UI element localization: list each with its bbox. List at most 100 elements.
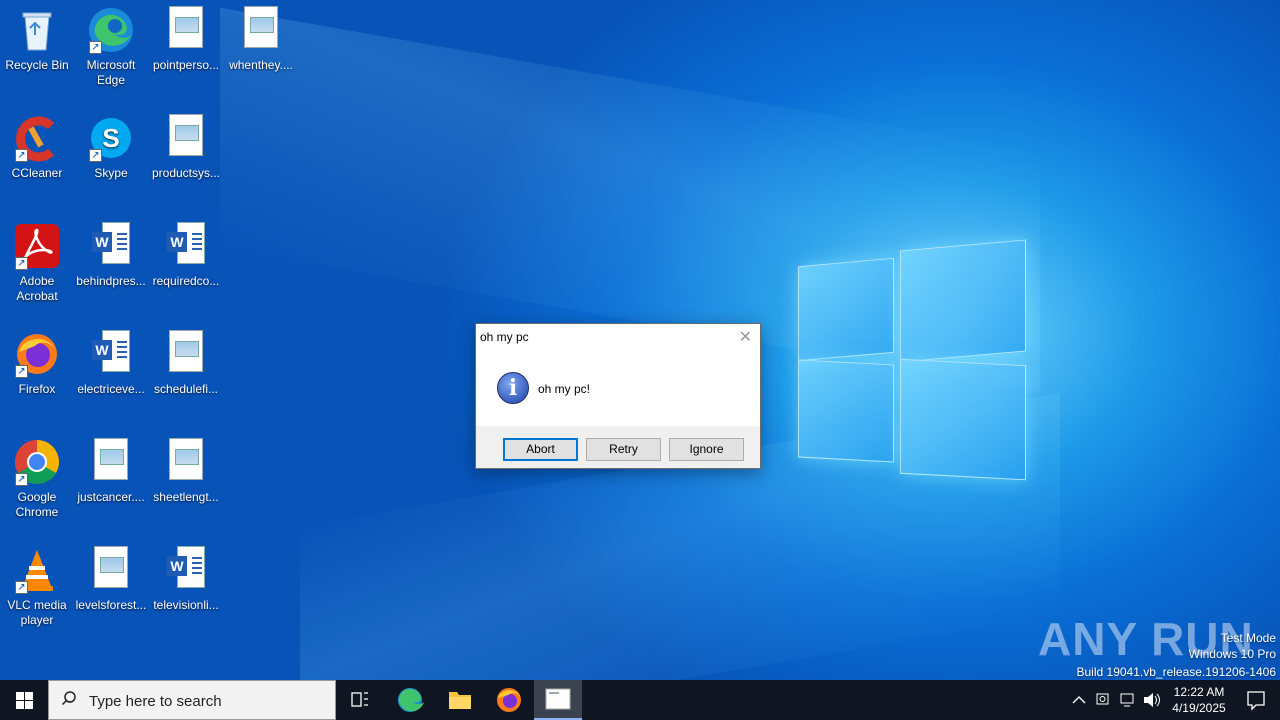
clock-date: 4/19/2025 xyxy=(1172,701,1226,715)
image-file-icon xyxy=(169,438,203,480)
search-placeholder: Type here to search xyxy=(89,693,222,710)
desktop-icon-adobe-acrobat[interactable]: ↗ Adobe Acrobat xyxy=(0,216,74,304)
chevron-up-icon xyxy=(1072,696,1086,704)
desktop-icon-recycle-bin[interactable]: Recycle Bin xyxy=(0,0,74,73)
desktop-icon-word-document[interactable]: W behindpres... xyxy=(74,216,148,289)
shortcut-arrow-icon: ↗ xyxy=(15,473,28,486)
search-icon xyxy=(61,691,76,706)
ignore-button[interactable]: Ignore xyxy=(669,438,744,461)
taskbar: Type here to search 12:22 AM 4/19/2025 xyxy=(0,680,1280,720)
desktop-icon-label: Firefox xyxy=(18,382,56,396)
svg-text:S: S xyxy=(102,123,119,153)
firefox-icon: ↗ xyxy=(13,330,61,378)
dialog-button-bar: Abort Retry Ignore xyxy=(476,426,760,468)
taskbar-edge-button[interactable] xyxy=(386,680,434,720)
tray-app-icon xyxy=(1096,693,1109,705)
edge-icon: ↗ xyxy=(87,6,135,54)
desktop-icon-skype[interactable]: S ↗ Skype xyxy=(74,108,148,181)
dialog-message: oh my pc! xyxy=(538,382,591,396)
desktop-icon-word-document[interactable]: W electriceve... xyxy=(74,324,148,397)
desktop-icon-file[interactable]: justcancer.... xyxy=(74,432,148,505)
info-icon: i xyxy=(497,372,529,404)
active-window-icon xyxy=(545,688,571,710)
clock-time: 12:22 AM xyxy=(1173,685,1225,699)
notification-icon xyxy=(1247,691,1265,711)
desktop-icon-label: whenthey.... xyxy=(229,58,293,72)
recycle-bin-icon xyxy=(13,6,61,54)
ccleaner-icon: ↗ xyxy=(13,114,61,162)
word-document-icon: W xyxy=(167,222,205,266)
build-label: Build 19041.vb_release.191206-1406 xyxy=(1076,665,1277,679)
edge-icon xyxy=(398,688,424,712)
task-view-icon xyxy=(351,692,368,707)
image-file-icon xyxy=(94,546,128,588)
desktop-icon-label: schedulefi... xyxy=(153,382,219,396)
taskbar-firefox-button[interactable] xyxy=(485,680,533,720)
desktop-icon-file[interactable]: levelsforest... xyxy=(74,540,148,613)
desktop-icon-file[interactable]: productsys... xyxy=(149,108,223,181)
desktop-icon-label: pointperso... xyxy=(152,58,220,72)
desktop-icon-label: Google Chrome xyxy=(15,490,59,519)
shortcut-arrow-icon: ↗ xyxy=(89,149,102,162)
desktop-icon-file[interactable]: whenthey.... xyxy=(224,0,298,73)
desktop-icon-ccleaner[interactable]: ↗ CCleaner xyxy=(0,108,74,181)
desktop-icon-label: Adobe Acrobat xyxy=(16,274,58,303)
desktop-icon-label: requiredco... xyxy=(152,274,220,288)
acrobat-icon: ↗ xyxy=(13,222,61,270)
close-icon[interactable]: ✕ xyxy=(739,327,752,347)
start-button[interactable] xyxy=(0,680,48,720)
retry-button[interactable]: Retry xyxy=(586,438,661,461)
shortcut-arrow-icon: ↗ xyxy=(15,257,28,270)
desktop-icon-word-document[interactable]: W televisionli... xyxy=(149,540,223,613)
desktop-icon-firefox[interactable]: ↗ Firefox xyxy=(0,324,74,397)
taskbar-file-explorer-button[interactable] xyxy=(436,680,484,720)
desktop-icon-microsoft-edge[interactable]: ↗ Microsoft Edge xyxy=(74,0,148,88)
shortcut-arrow-icon: ↗ xyxy=(15,365,28,378)
message-box-dialog: oh my pc ✕ i oh my pc! Abort Retry Ignor… xyxy=(475,323,761,469)
task-view-button[interactable] xyxy=(336,680,384,720)
abort-button[interactable]: Abort xyxy=(503,438,578,461)
shortcut-arrow-icon: ↗ xyxy=(15,149,28,162)
firefox-icon xyxy=(497,688,521,712)
taskbar-clock[interactable]: 12:22 AM 4/19/2025 xyxy=(1166,684,1232,716)
desktop-icon-label: levelsforest... xyxy=(75,598,147,612)
desktop-icon-file[interactable]: schedulefi... xyxy=(149,324,223,397)
test-mode-label: Test Mode xyxy=(1220,631,1276,645)
windows-logo-icon xyxy=(16,692,24,700)
image-file-icon xyxy=(244,6,278,48)
desktop-icon-file[interactable]: pointperso... xyxy=(149,0,223,73)
word-document-icon: W xyxy=(92,330,130,374)
image-file-icon xyxy=(169,330,203,372)
desktop-icon-label: productsys... xyxy=(151,166,221,180)
tray-app-button[interactable] xyxy=(1092,680,1114,720)
desktop-icon-vlc[interactable]: ↗ VLC media player xyxy=(0,540,74,628)
action-center-button[interactable] xyxy=(1232,680,1280,720)
image-file-icon xyxy=(169,6,203,48)
shortcut-arrow-icon: ↗ xyxy=(15,581,28,594)
show-hidden-icons-button[interactable] xyxy=(1068,680,1090,720)
desktop-icon-file[interactable]: sheetlengt... xyxy=(149,432,223,505)
desktop-icon-label: behindpres... xyxy=(76,274,146,288)
network-button[interactable] xyxy=(1116,680,1138,720)
desktop-icon-label: Microsoft Edge xyxy=(86,58,136,87)
desktop-icon-label: VLC media player xyxy=(7,598,67,627)
skype-icon: S ↗ xyxy=(87,114,135,162)
vlc-icon: ↗ xyxy=(13,546,61,594)
shortcut-arrow-icon: ↗ xyxy=(89,41,102,54)
desktop-icon-label: justcancer.... xyxy=(77,490,145,504)
volume-button[interactable] xyxy=(1140,680,1162,720)
desktop-icon-label: Skype xyxy=(94,166,128,180)
image-file-icon xyxy=(169,114,203,156)
windows-wallpaper-logo xyxy=(796,239,1028,481)
windows-edition-label: Windows 10 Pro xyxy=(1188,647,1276,661)
word-document-icon: W xyxy=(92,222,130,266)
chrome-icon: ↗ xyxy=(13,438,61,486)
dialog-title: oh my pc xyxy=(480,330,529,344)
desktop-icon-word-document[interactable]: W requiredco... xyxy=(149,216,223,289)
desktop-icon-label: sheetlengt... xyxy=(153,490,219,504)
desktop-icon-label: Recycle Bin xyxy=(5,58,69,72)
desktop-icon-label: electriceve... xyxy=(77,382,145,396)
taskbar-search-box[interactable]: Type here to search xyxy=(48,680,336,720)
desktop-icon-google-chrome[interactable]: ↗ Google Chrome xyxy=(0,432,74,520)
taskbar-active-window-button[interactable] xyxy=(534,680,582,720)
